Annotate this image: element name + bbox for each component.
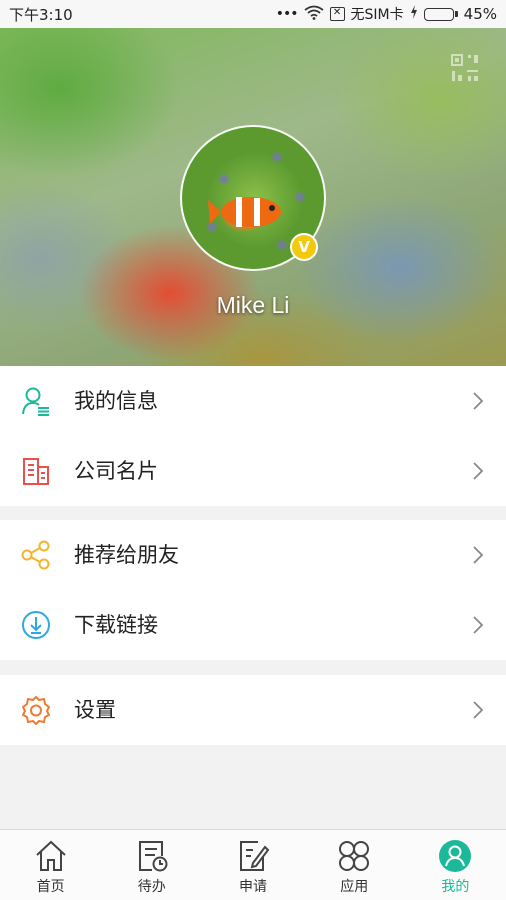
status-bar: 下午3:10 ••• ✕ 无SIM卡 45% [0,0,506,28]
tab-label-profile: 我的 [441,879,470,895]
menu-item-download-link[interactable]: 下载链接 [0,590,506,660]
battery-percent: 45% [463,5,497,23]
tab-profile[interactable]: 我的 [405,830,506,900]
menu-label-my-info: 我的信息 [74,389,158,413]
share-icon [21,540,50,570]
menu-item-my-info[interactable]: 我的信息 [0,366,506,436]
home-icon [35,840,66,871]
user-info-icon [22,387,49,416]
profile-header: V Mike Li [0,28,506,366]
menu-item-settings[interactable]: 设置 [0,675,506,745]
charging-icon [410,5,418,23]
apps-icon [339,841,370,871]
more-dots-icon: ••• [275,6,299,22]
verified-badge: V [290,233,318,261]
todo-icon [138,841,168,872]
tab-label-home: 首页 [36,879,65,895]
chevron-right-icon [473,701,484,719]
qr-code-icon[interactable] [450,53,480,83]
clownfish-image [208,197,281,227]
download-icon [22,611,50,639]
profile-icon [439,840,472,872]
menu-label-recommend: 推荐给朋友 [74,543,179,567]
menu-item-company-card[interactable]: 公司名片 [0,436,506,506]
menu-label-download-link: 下载链接 [74,613,158,637]
menu-group-settings: 设置 [0,675,506,745]
menu-group-account: 我的信息 公司名片 [0,366,506,506]
no-sim-icon: ✕ [329,7,345,21]
tab-label-apply: 申请 [239,879,267,895]
profile-name: Mike Li [216,292,290,318]
menu-label-company-card: 公司名片 [74,459,158,483]
bottom-tab-bar: 首页 待办 申请 应用 我的 [0,829,506,900]
tab-label-apps: 应用 [340,879,369,895]
menu-item-recommend[interactable]: 推荐给朋友 [0,520,506,590]
menu-group-share: 推荐给朋友 下载链接 [0,520,506,660]
sim-status-text: 无SIM卡 [350,7,404,23]
apply-icon [240,841,270,871]
tab-home[interactable]: 首页 [0,830,101,900]
status-time: 下午3:10 [9,5,73,24]
chevron-right-icon [473,462,484,480]
tab-apply[interactable]: 申请 [202,830,303,900]
tab-todo[interactable]: 待办 [101,830,202,900]
building-icon [23,458,49,485]
tab-apps[interactable]: 应用 [304,830,405,900]
battery-icon [423,7,458,21]
wifi-icon [303,5,324,24]
gear-icon [22,696,50,725]
tab-label-todo: 待办 [137,879,166,895]
chevron-right-icon [473,392,484,410]
chevron-right-icon [473,616,484,634]
chevron-right-icon [473,546,484,564]
menu-label-settings: 设置 [74,698,116,722]
